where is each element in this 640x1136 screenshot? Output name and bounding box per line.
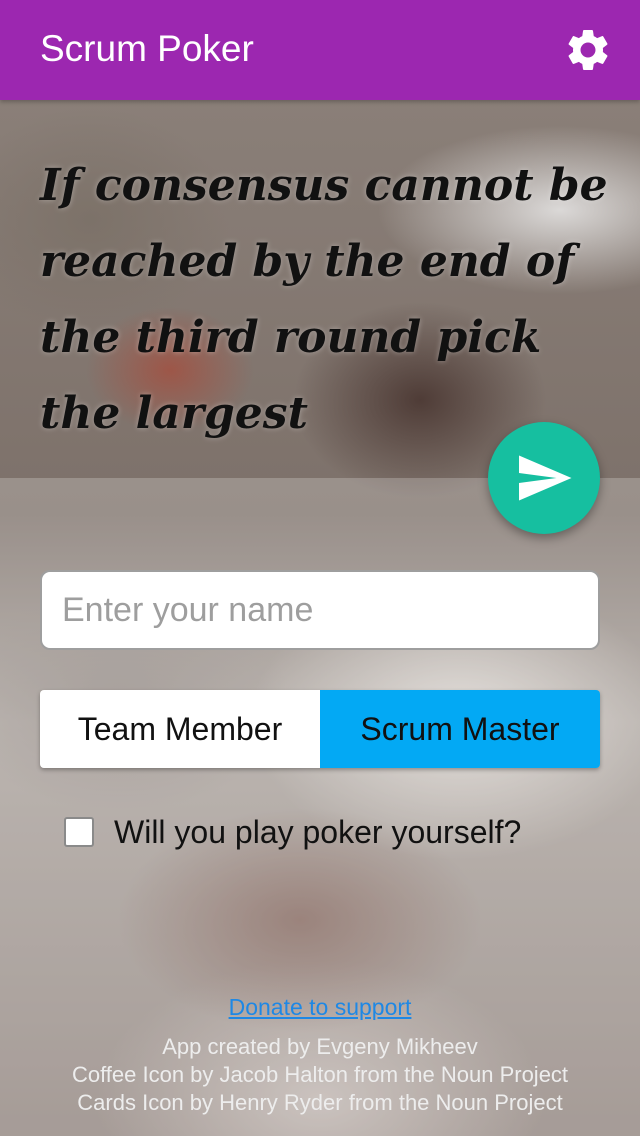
name-input[interactable] bbox=[40, 570, 600, 650]
credit-coffee-icon: Coffee Icon by Jacob Halton from the Nou… bbox=[71, 1062, 569, 1087]
role-toggle: Team Member Scrum Master bbox=[40, 690, 600, 768]
play-poker-checkbox[interactable] bbox=[64, 817, 94, 847]
credit-author: App created by Evgeny Mikheev bbox=[162, 1034, 478, 1059]
app-title: Scrum Poker bbox=[40, 28, 254, 69]
play-poker-row[interactable]: Will you play poker yourself? bbox=[64, 812, 521, 852]
scrum-master-button[interactable]: Scrum Master bbox=[320, 690, 600, 768]
donate-link[interactable]: Donate to support bbox=[0, 994, 640, 1021]
settings-button[interactable] bbox=[560, 22, 616, 78]
send-button[interactable] bbox=[488, 422, 600, 534]
credit-cards-icon: Cards Icon by Henry Ryder from the Noun … bbox=[77, 1090, 563, 1115]
play-poker-label: Will you play poker yourself? bbox=[114, 813, 522, 850]
quote-text: If consensus cannot be reached by the en… bbox=[40, 160, 608, 439]
gear-icon bbox=[568, 29, 608, 71]
send-icon bbox=[519, 455, 572, 501]
app-bar: Scrum Poker bbox=[0, 0, 640, 100]
credits: App created by Evgeny Mikheev Coffee Ico… bbox=[0, 1033, 640, 1117]
team-member-button[interactable]: Team Member bbox=[40, 690, 320, 768]
